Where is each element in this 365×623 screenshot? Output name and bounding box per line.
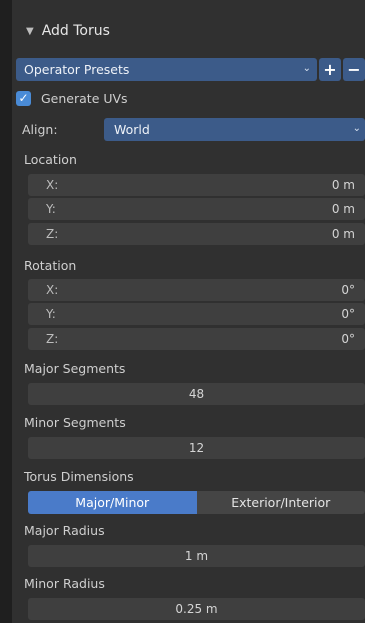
- rotation-z-field[interactable]: Z: 0°: [28, 328, 365, 350]
- location-y-value: 0 m: [331, 202, 355, 216]
- location-z-axis: Z:: [46, 227, 59, 241]
- minor-segments-value: 12: [188, 441, 205, 455]
- torus-dimensions-label: Torus Dimensions: [24, 469, 134, 484]
- location-y-axis: Y:: [46, 202, 56, 216]
- rotation-x-value: 0°: [341, 283, 355, 297]
- align-select[interactable]: World ⌄: [104, 118, 365, 141]
- rotation-z-value: 0°: [341, 332, 355, 346]
- location-z-field[interactable]: Z: 0 m: [28, 223, 365, 245]
- major-minor-option[interactable]: Major/Minor: [28, 491, 197, 514]
- location-y-field[interactable]: Y: 0 m: [28, 198, 365, 220]
- exterior-interior-option[interactable]: Exterior/Interior: [196, 491, 365, 514]
- major-radius-value: 1 m: [184, 549, 209, 563]
- rotation-label: Rotation: [24, 258, 77, 273]
- rotation-y-value: 0°: [341, 307, 355, 321]
- checkmark-icon: ✓: [18, 91, 29, 105]
- location-label: Location: [24, 152, 77, 167]
- major-segments-field[interactable]: 48: [28, 383, 365, 405]
- operator-presets-row: Operator Presets ⌄ + −: [16, 58, 365, 81]
- rotation-y-axis: Y:: [46, 307, 56, 321]
- generate-uvs-label: Generate UVs: [41, 90, 128, 106]
- chevron-down-icon: ⌄: [352, 123, 361, 134]
- chevron-down-icon: ⌄: [302, 63, 311, 74]
- remove-preset-button[interactable]: −: [343, 58, 365, 81]
- minor-segments-field[interactable]: 12: [28, 437, 365, 459]
- location-x-field[interactable]: X: 0 m: [28, 174, 365, 196]
- minor-radius-value: 0.25 m: [175, 602, 218, 616]
- generate-uvs-row[interactable]: ✓ Generate UVs: [16, 88, 365, 108]
- major-segments-value: 48: [188, 387, 205, 401]
- rotation-x-axis: X:: [46, 283, 59, 297]
- rotation-y-field[interactable]: Y: 0°: [28, 303, 365, 325]
- major-radius-label: Major Radius: [24, 523, 105, 538]
- panel-header[interactable]: ▼ Add Torus: [12, 14, 365, 48]
- major-segments-label: Major Segments: [24, 361, 126, 376]
- rotation-z-axis: Z:: [46, 332, 59, 346]
- minor-radius-field[interactable]: 0.25 m: [28, 598, 365, 620]
- viewport-edge: [0, 0, 12, 623]
- panel-title: Add Torus: [41, 23, 110, 39]
- location-z-value: 0 m: [331, 227, 355, 241]
- location-x-value: 0 m: [331, 178, 355, 192]
- location-x-axis: X:: [46, 178, 59, 192]
- minor-segments-label: Minor Segments: [24, 415, 126, 430]
- align-row: Align: World ⌄: [16, 118, 365, 141]
- align-value: World: [114, 122, 150, 137]
- generate-uvs-checkbox[interactable]: ✓: [16, 90, 31, 106]
- rotation-x-field[interactable]: X: 0°: [28, 279, 365, 301]
- align-label: Align:: [22, 122, 58, 137]
- dimensions-mode-toggle: Major/Minor Exterior/Interior: [28, 491, 365, 514]
- operator-presets-select[interactable]: Operator Presets ⌄: [16, 58, 317, 81]
- minor-radius-label: Minor Radius: [24, 576, 105, 591]
- major-radius-field[interactable]: 1 m: [28, 545, 365, 567]
- add-preset-button[interactable]: +: [319, 58, 341, 81]
- triangle-down-icon[interactable]: ▼: [26, 26, 34, 37]
- operator-presets-label: Operator Presets: [24, 62, 130, 77]
